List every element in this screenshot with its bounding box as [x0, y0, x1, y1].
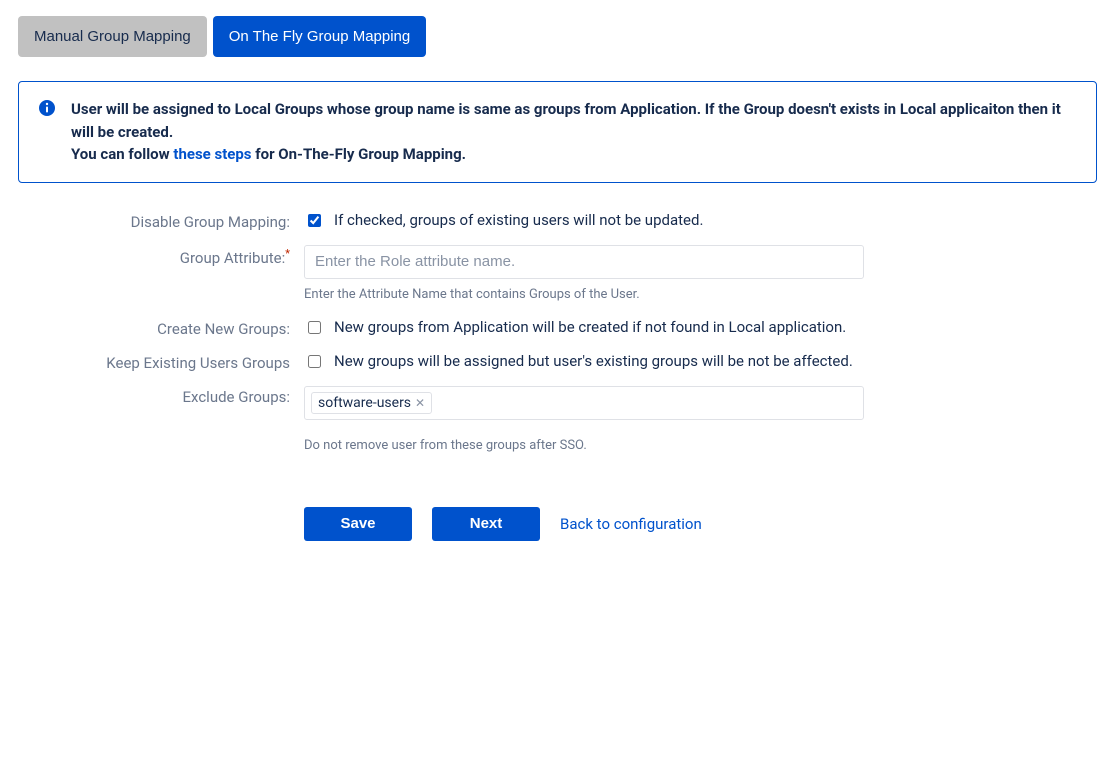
info-line2-suffix: for On-The-Fly Group Mapping.: [252, 145, 467, 163]
disable-group-mapping-desc: If checked, groups of existing users wil…: [334, 211, 703, 229]
info-steps-link[interactable]: these steps: [173, 145, 251, 163]
keep-existing-groups-desc: New groups will be assigned but user's e…: [334, 352, 853, 370]
create-new-groups-desc: New groups from Application will be crea…: [334, 318, 846, 336]
keep-existing-groups-checkbox[interactable]: [308, 355, 321, 368]
remove-tag-icon[interactable]: ✕: [415, 397, 425, 409]
create-new-groups-label: Create New Groups:: [18, 318, 304, 338]
info-line1: User will be assigned to Local Groups wh…: [71, 100, 1061, 141]
keep-existing-groups-option[interactable]: New groups will be assigned but user's e…: [304, 352, 864, 371]
create-new-groups-checkbox[interactable]: [308, 321, 321, 334]
next-button[interactable]: Next: [432, 507, 540, 541]
exclude-groups-tag: software-users ✕: [311, 392, 432, 414]
exclude-groups-label: Exclude Groups:: [18, 386, 304, 406]
info-icon: [39, 100, 55, 166]
info-line2-prefix: You can follow: [71, 145, 173, 163]
required-asterisk: *: [285, 247, 290, 260]
disable-group-mapping-label: Disable Group Mapping:: [18, 211, 304, 231]
group-mapping-form: Disable Group Mapping: If checked, group…: [18, 211, 1097, 541]
tab-manual-group-mapping[interactable]: Manual Group Mapping: [18, 16, 207, 57]
save-button[interactable]: Save: [304, 507, 412, 541]
keep-existing-groups-label: Keep Existing Users Groups: [18, 352, 304, 372]
create-new-groups-option[interactable]: New groups from Application will be crea…: [304, 318, 864, 337]
exclude-groups-help: Do not remove user from these groups aft…: [304, 438, 864, 453]
disable-group-mapping-checkbox[interactable]: [308, 214, 321, 227]
group-attribute-input[interactable]: [304, 245, 864, 279]
info-text: User will be assigned to Local Groups wh…: [71, 98, 1076, 166]
form-actions: Save Next Back to configuration: [304, 507, 864, 541]
back-to-configuration-link[interactable]: Back to configuration: [560, 515, 702, 533]
group-attribute-label: Group Attribute:*: [18, 245, 304, 267]
tabs-bar: Manual Group Mapping On The Fly Group Ma…: [18, 16, 1097, 57]
disable-group-mapping-option[interactable]: If checked, groups of existing users wil…: [304, 211, 864, 230]
tab-on-the-fly-group-mapping[interactable]: On The Fly Group Mapping: [213, 16, 426, 57]
exclude-groups-tag-label: software-users: [318, 395, 411, 411]
exclude-groups-input[interactable]: software-users ✕: [304, 386, 864, 420]
group-attribute-help: Enter the Attribute Name that contains G…: [304, 287, 864, 302]
info-panel: User will be assigned to Local Groups wh…: [18, 81, 1097, 183]
